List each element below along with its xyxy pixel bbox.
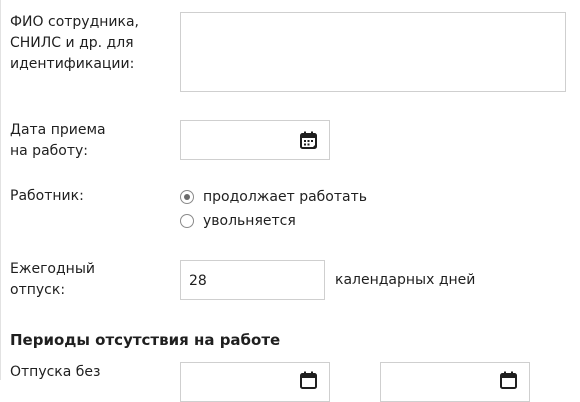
unpaid-leave-to-input[interactable] [380, 362, 530, 402]
annual-leave-label-line-1: Ежегодный [10, 261, 95, 277]
employee-id-label: ФИО сотрудника, СНИЛС и др. для идентифи… [10, 12, 139, 75]
radio-button-checked[interactable] [180, 190, 194, 204]
radio-resigns-label: увольняется [203, 213, 296, 229]
page-left-border [0, 0, 1, 380]
employee-id-label-line-3: идентификации: [10, 56, 135, 72]
radio-continues-working[interactable]: продолжает работать [180, 187, 367, 207]
absence-section-heading: Периоды отсутствия на работе [10, 331, 281, 349]
employee-id-textarea[interactable] [180, 12, 566, 92]
hire-date-label-line-1: Дата приема [10, 122, 106, 138]
calendar-icon[interactable] [499, 370, 519, 390]
annual-leave-label: Ежегодный отпуск: [10, 259, 95, 301]
radio-button-unchecked[interactable] [180, 214, 194, 228]
employee-id-label-line-1: ФИО сотрудника, [10, 14, 140, 30]
unpaid-leave-from-input[interactable] [180, 362, 330, 402]
employee-id-label-line-2: СНИЛС и др. для [10, 35, 134, 51]
hire-date-input[interactable] [180, 120, 330, 160]
annual-leave-value: 28 [189, 273, 207, 289]
annual-leave-input[interactable]: 28 [180, 260, 325, 300]
hire-date-label: Дата приема на работу: [10, 120, 106, 162]
annual-leave-unit: календарных дней [335, 272, 476, 288]
radio-continues-working-label: продолжает работать [203, 189, 368, 205]
annual-leave-label-line-2: отпуск: [10, 282, 66, 298]
calendar-icon[interactable] [299, 130, 319, 150]
hire-date-label-line-2: на работу: [10, 143, 89, 159]
radio-resigns[interactable]: увольняется [180, 211, 296, 231]
calendar-icon[interactable] [299, 370, 319, 390]
worker-label: Работник: [10, 188, 84, 204]
